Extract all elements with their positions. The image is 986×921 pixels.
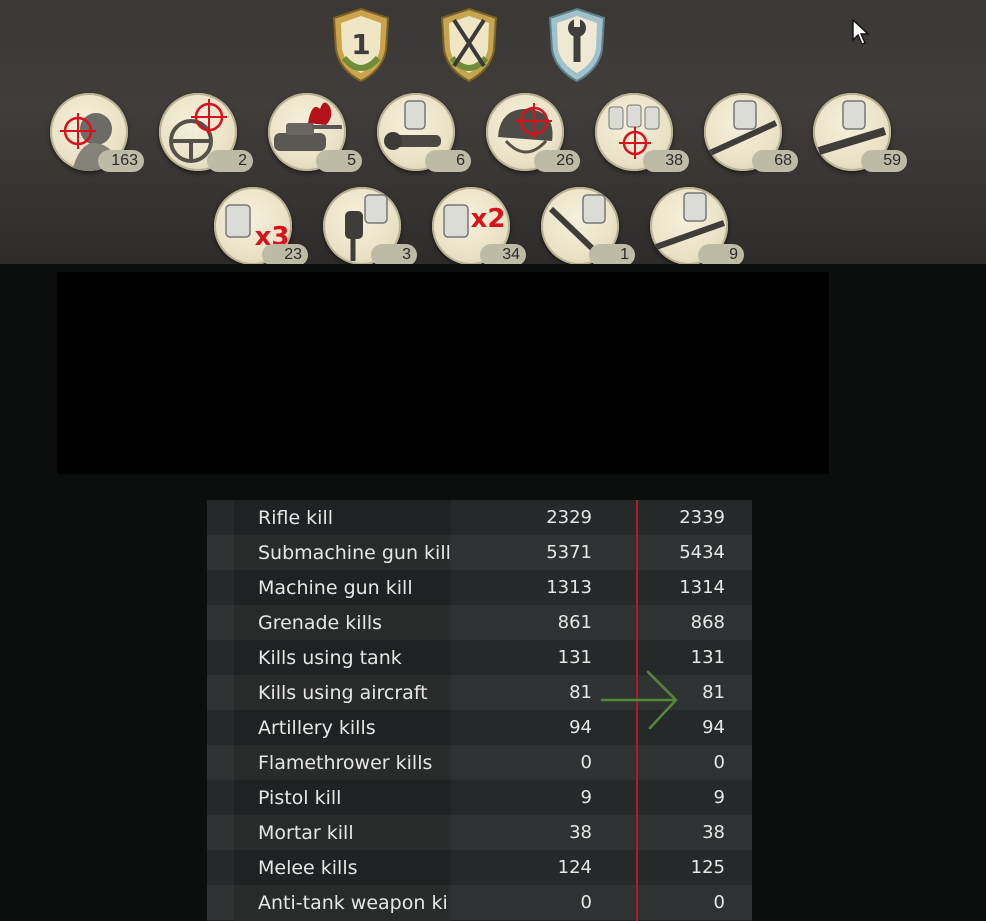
stat-value-before: 38 [569,822,592,843]
stat-value-after: 38 [702,822,725,843]
stat-value-before: 94 [569,717,592,738]
stat-label: Flamethrower kills [234,745,451,781]
medal-count: 163 [98,150,144,172]
stat-label: Anti-tank weapon ki [234,885,451,921]
mouse-cursor-icon [852,18,870,45]
redacted-area [57,272,829,474]
medal-count: 9 [698,244,744,264]
awards-panel: 1 163 2 5 6 26 38 68 59 x3 23 3 x2 34 1 … [0,0,986,264]
table-row: Machine gun kill 1313 1314 [207,570,752,606]
stat-value-after: 2339 [679,507,725,528]
medal-count: 3 [371,244,417,264]
stat-value-before: 2329 [546,507,592,528]
grenade-dogtag-medal[interactable]: 3 [323,187,419,264]
stat-value-before: 0 [580,892,592,913]
medal-count: 26 [534,150,580,172]
stat-label: Rifle kill [234,500,451,536]
green-arrow-icon [600,670,678,730]
first-place-shield-icon[interactable]: 1 [330,6,392,84]
stat-label: Kills using tank [234,640,451,676]
helmet-target-medal[interactable]: 26 [486,93,582,177]
launcher-dogtag-medal[interactable]: 59 [813,93,909,177]
medal-count: 68 [752,150,798,172]
steering-wheel-target-medal[interactable]: 2 [159,93,255,177]
stat-value-after: 1314 [679,577,725,598]
stat-value-after: 0 [713,752,725,773]
knife-dogtag-medal[interactable]: 1 [541,187,637,264]
stat-label: Pistol kill [234,780,451,816]
stat-label: Machine gun kill [234,570,451,606]
medal-count: 2 [207,150,253,172]
stat-label: Submachine gun kill [234,535,451,571]
stat-label: Grenade kills [234,605,451,641]
soldier-target-medal[interactable]: 163 [50,93,146,177]
stat-value-before: 124 [557,857,592,878]
table-row: Grenade kills 861 868 [207,605,752,641]
medal-multiplier: x2 [471,204,506,234]
stat-label: Kills using aircraft [234,675,451,711]
table-row: Melee kills 124 125 [207,850,752,886]
stat-value-after: 868 [690,612,725,633]
crossed-rifles-shield-icon[interactable] [438,6,500,84]
table-row: Mortar kill 38 38 [207,815,752,851]
stat-value-before: 5371 [546,542,592,563]
medal-count: 5 [316,150,362,172]
burning-tank-medal[interactable]: 5 [268,93,364,177]
stat-value-before: 1313 [546,577,592,598]
table-row: Rifle kill 2329 2339 [207,500,752,536]
stat-value-before: 81 [569,682,592,703]
stat-label: Melee kills [234,850,451,886]
rifle-dogtag-medal[interactable]: 68 [704,93,800,177]
stat-value-after: 125 [690,857,725,878]
stat-value-before: 861 [557,612,592,633]
wrench-shield-icon[interactable] [546,6,608,84]
medal-count: 23 [262,244,308,264]
table-row: Submachine gun kill 5371 5434 [207,535,752,571]
dogtags-target-medal[interactable]: 38 [595,93,691,177]
medal-count: 34 [480,244,526,264]
stat-label: Mortar kill [234,815,451,851]
medal-count: 1 [589,244,635,264]
stat-value-before: 0 [580,752,592,773]
gun-dogtag-medal[interactable]: 9 [650,187,746,264]
stat-value-after: 9 [713,787,725,808]
stat-value-before: 9 [580,787,592,808]
stat-label: Artillery kills [234,710,451,746]
stat-value-after: 0 [713,892,725,913]
medal-count: 6 [425,150,471,172]
shield-glyph: 1 [351,28,370,61]
scope-dogtag-medal[interactable]: 6 [377,93,473,177]
stat-value-before: 131 [557,647,592,668]
dogtag-x3-medal[interactable]: x3 23 [214,187,310,264]
dogtag-x2-medal[interactable]: x2 34 [432,187,528,264]
table-row: Anti-tank weapon ki 0 0 [207,885,752,921]
table-row: Flamethrower kills 0 0 [207,745,752,781]
medal-count: 38 [643,150,689,172]
stat-value-after: 5434 [679,542,725,563]
medal-count: 59 [861,150,907,172]
table-row: Pistol kill 9 9 [207,780,752,816]
